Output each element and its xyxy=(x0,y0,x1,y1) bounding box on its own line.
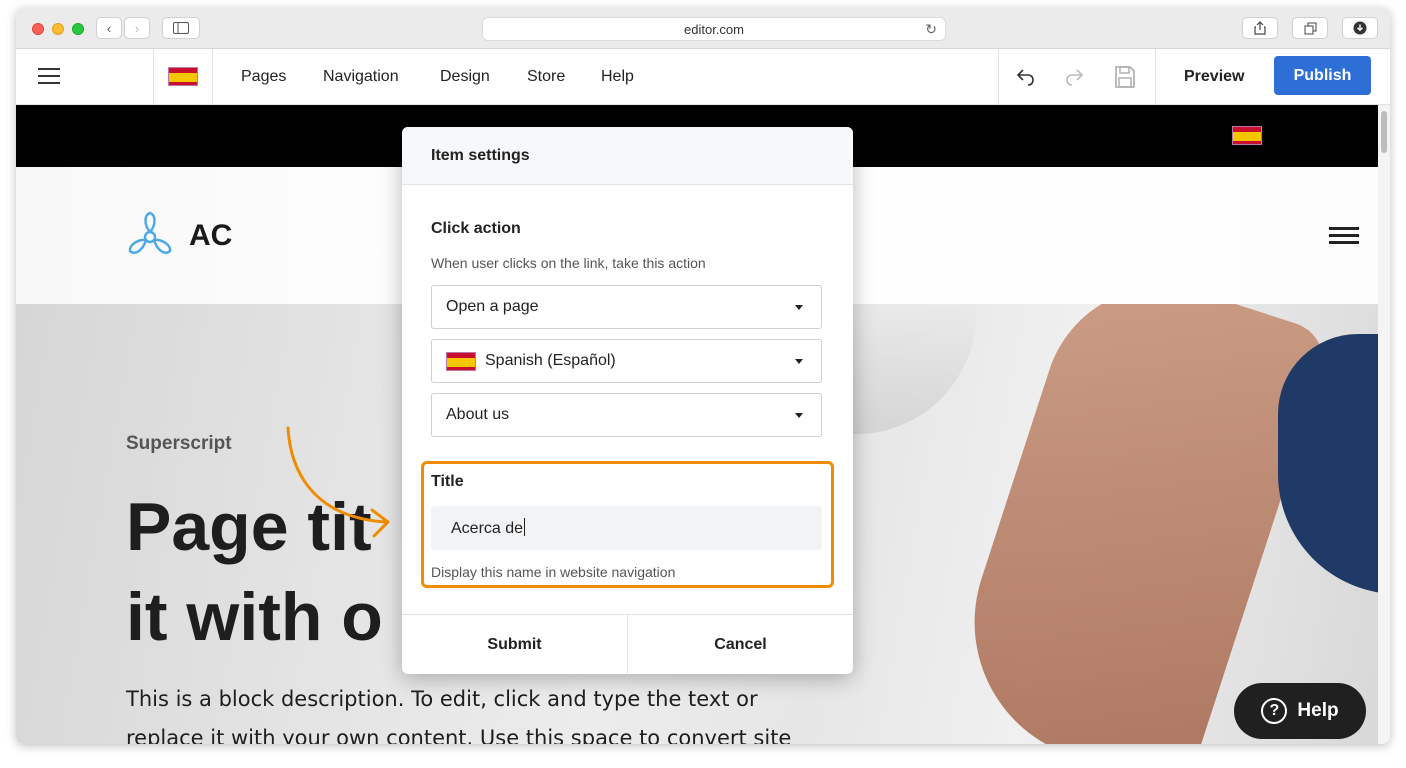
page-select-value: About us xyxy=(446,406,510,423)
nav-store[interactable]: Store xyxy=(527,68,565,86)
page-scrollbar[interactable] xyxy=(1378,105,1390,744)
dialog-title: Item settings xyxy=(431,147,530,164)
history-actions xyxy=(998,49,1156,105)
site-logo-text: AC xyxy=(189,219,233,252)
publish-button[interactable]: Publish xyxy=(1274,56,1371,95)
menu-button[interactable] xyxy=(16,49,154,105)
browser-chrome: ‹ › editor.com ↻ xyxy=(16,8,1390,49)
title-label: Title xyxy=(431,473,464,490)
action-select[interactable]: Open a page xyxy=(431,285,822,329)
nav-pages[interactable]: Pages xyxy=(241,68,286,86)
cancel-button[interactable]: Cancel xyxy=(628,615,853,674)
address-bar[interactable]: editor.com ↻ xyxy=(482,17,946,41)
caret-down-icon xyxy=(795,413,803,418)
downloads-button[interactable] xyxy=(1342,17,1378,39)
hero-superscript[interactable]: Superscript xyxy=(126,433,232,455)
chevron-left-icon: ‹ xyxy=(106,20,112,36)
url-text: editor.com xyxy=(684,21,744,37)
chevron-right-icon: › xyxy=(134,20,140,36)
title-input-value: Acerca de xyxy=(451,520,524,537)
help-label: Help xyxy=(1297,700,1339,721)
hamburger-icon xyxy=(38,68,60,70)
spain-flag-icon xyxy=(446,352,476,371)
text-cursor xyxy=(524,518,526,536)
dialog-header: Item settings xyxy=(402,127,853,185)
maximize-window-button[interactable] xyxy=(72,23,84,35)
redo-icon[interactable] xyxy=(1063,66,1085,88)
language-select[interactable]: Spanish (Español) xyxy=(431,339,822,383)
caret-down-icon xyxy=(795,359,803,364)
share-icon xyxy=(1254,21,1266,35)
browser-window: ‹ › editor.com ↻ Pages Navigation Design… xyxy=(16,8,1390,744)
download-icon xyxy=(1353,21,1367,35)
title-helper: Display this name in website navigation xyxy=(431,564,676,580)
orange-arrow-icon xyxy=(286,426,390,538)
click-action-helper: When user clicks on the link, take this … xyxy=(431,255,706,271)
preview-button[interactable]: Preview xyxy=(1184,68,1244,86)
language-switcher[interactable] xyxy=(154,49,213,105)
click-action-label: Click action xyxy=(431,220,521,237)
nav-navigation[interactable]: Navigation xyxy=(323,68,399,86)
caret-down-icon xyxy=(795,305,803,310)
title-input[interactable]: Acerca de xyxy=(431,506,822,550)
submit-button[interactable]: Submit xyxy=(402,615,627,674)
nav-design[interactable]: Design xyxy=(440,68,490,86)
save-icon[interactable] xyxy=(1114,65,1136,89)
spain-flag-icon[interactable] xyxy=(1232,126,1262,145)
editor-toolbar: Pages Navigation Design Store Help Previ… xyxy=(16,49,1390,105)
close-window-button[interactable] xyxy=(32,23,44,35)
sidebar-icon xyxy=(173,22,189,34)
share-button[interactable] xyxy=(1242,17,1278,39)
dialog-footer: Submit Cancel xyxy=(402,614,853,674)
hero-image-arm xyxy=(938,304,1334,744)
page-select[interactable]: About us xyxy=(431,393,822,437)
sidebar-toggle-button[interactable] xyxy=(162,17,200,39)
action-select-value: Open a page xyxy=(446,298,539,315)
hero-description[interactable]: This is a block description. To edit, cl… xyxy=(126,680,816,744)
forward-button[interactable]: › xyxy=(124,17,150,39)
help-button[interactable]: ? Help xyxy=(1234,683,1366,739)
undo-icon[interactable] xyxy=(1015,66,1037,88)
minimize-window-button[interactable] xyxy=(52,23,64,35)
spain-flag-icon xyxy=(168,67,198,86)
tabs-button[interactable] xyxy=(1292,17,1328,39)
fan-logo-icon xyxy=(128,211,172,254)
nav-help[interactable]: Help xyxy=(601,68,634,86)
back-button[interactable]: ‹ xyxy=(96,17,122,39)
hamburger-icon xyxy=(1329,227,1359,230)
question-icon: ? xyxy=(1261,698,1288,724)
tabs-icon xyxy=(1304,22,1316,34)
language-select-value: Spanish (Español) xyxy=(485,352,616,369)
hero-image-cap xyxy=(1278,334,1378,594)
scrollbar-thumb[interactable] xyxy=(1381,111,1387,153)
item-settings-dialog: Item settings Click action When user cli… xyxy=(402,127,853,674)
reload-icon[interactable]: ↻ xyxy=(925,21,937,38)
